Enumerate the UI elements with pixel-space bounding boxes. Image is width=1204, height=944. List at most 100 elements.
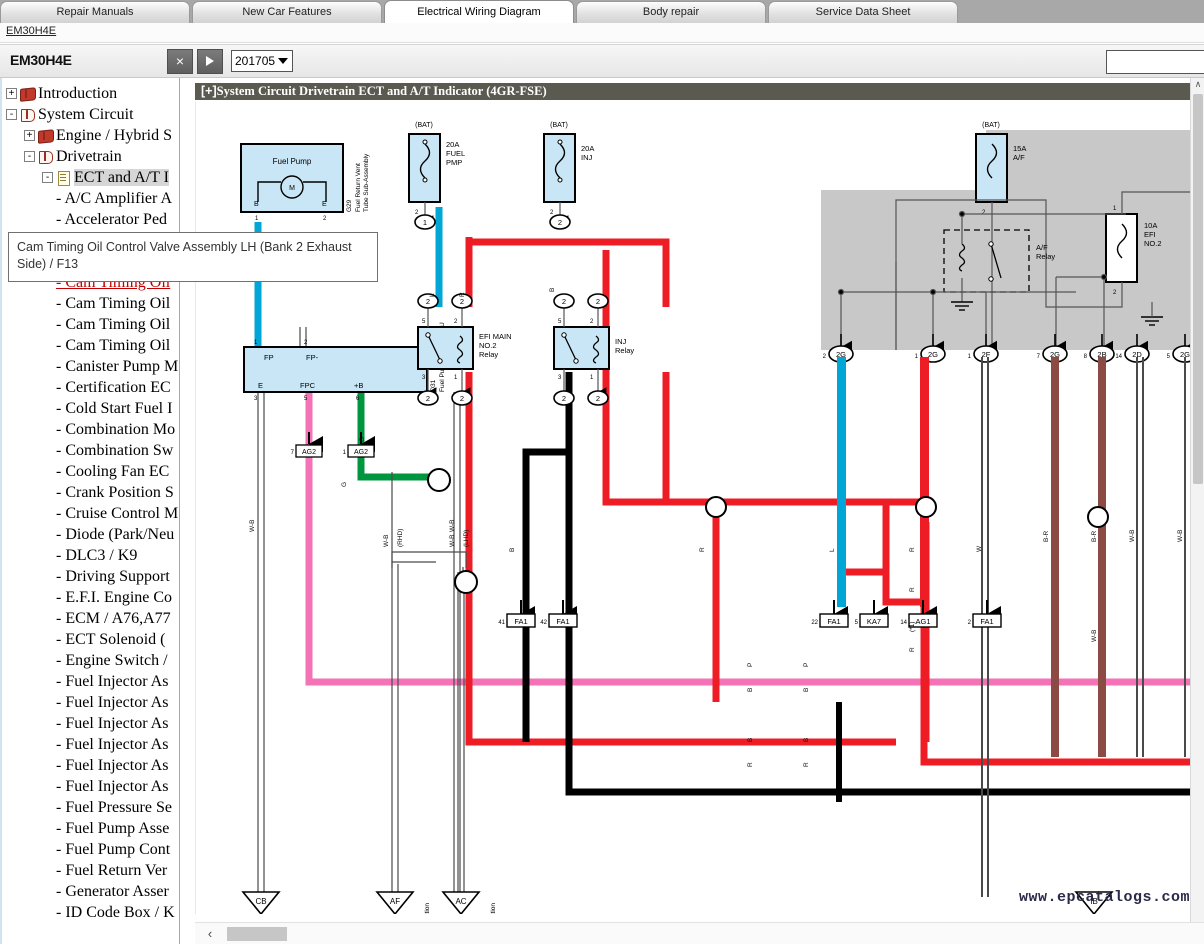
tree-expander[interactable]: + — [6, 88, 17, 99]
tree-item[interactable]: - Fuel Injector As — [2, 691, 179, 712]
svg-text:EFI MAIN: EFI MAIN — [479, 332, 512, 341]
tree-item[interactable]: - ID Code Box / K — [2, 901, 179, 922]
tree-item-label: - Combination Sw — [56, 442, 173, 459]
tree-item-label: Engine / Hybrid S — [56, 127, 172, 144]
wire-color-label: (RHD) — [397, 529, 404, 547]
tree-item[interactable]: - Fuel Injector As — [2, 670, 179, 691]
wire-color-label: R — [909, 647, 916, 652]
connector-pin-number: 7 — [1037, 354, 1041, 360]
tree-item[interactable]: -Drivetrain — [2, 145, 179, 166]
tree-item[interactable]: - E.F.I. Engine Co — [2, 586, 179, 607]
year-select[interactable]: 201705 — [231, 50, 293, 72]
tree-item[interactable]: - Crank Position S — [2, 481, 179, 502]
tree-item[interactable]: - Cam Timing Oil — [2, 334, 179, 355]
gray-drop-wires — [837, 357, 1192, 897]
tree-item[interactable]: - Fuel Return Ver — [2, 859, 179, 880]
wire-color-label: W-B — [1091, 629, 1098, 642]
tree-item-tooltip: Cam Timing Oil Control Valve Assembly LH… — [8, 232, 378, 282]
tree-expander[interactable]: - — [6, 109, 17, 120]
tab-new-car-features[interactable]: New Car Features — [192, 1, 382, 23]
tree-item[interactable]: - Cruise Control M — [2, 502, 179, 523]
tree-expander[interactable]: + — [24, 130, 35, 141]
breadcrumb-link[interactable]: EM30H4E — [6, 25, 56, 37]
scroll-left-icon[interactable]: ‹ — [203, 926, 217, 942]
hscroll-thumb[interactable] — [227, 927, 287, 941]
folder-icon — [20, 107, 35, 122]
tree-item-label: - Driving Support — [56, 568, 170, 585]
search-input[interactable] — [1106, 50, 1204, 74]
wire-color-label: R — [699, 547, 706, 552]
tree-item[interactable]: - Fuel Injector As — [2, 775, 179, 796]
tab-repair-manuals[interactable]: Repair Manuals — [0, 1, 190, 23]
tree-item[interactable]: - ECT Solenoid ( — [2, 628, 179, 649]
navigation-tree[interactable]: + Introduction-System Circuit + Engine / Hy… — [0, 78, 180, 944]
tree-item-label: Introduction — [38, 85, 117, 102]
connector-pin-number: 1 — [915, 354, 919, 360]
connector-code: KA7 — [867, 617, 881, 626]
wire-color-label: W-B — [449, 534, 456, 547]
svg-text:FPC: FPC — [300, 381, 316, 390]
doc-icon — [56, 170, 71, 185]
tree-item[interactable]: - Engine Switch / — [2, 649, 179, 670]
content-horizontal-scrollbar[interactable]: ‹ — [195, 922, 1204, 944]
tree-item[interactable]: - Fuel Injector As — [2, 733, 179, 754]
scroll-up-icon[interactable]: ∧ — [1191, 78, 1204, 92]
tree-item[interactable]: - DLC3 / K9 — [2, 544, 179, 565]
expand-toggle[interactable]: [+] — [201, 84, 217, 98]
tree-item-label: - Fuel Pressure Se — [56, 799, 172, 816]
wire-color-label: W-B — [249, 519, 256, 532]
fuse-inj: (BAT) 20A INJ 2 — [544, 122, 594, 220]
tree-item[interactable]: - Cooling Fan EC — [2, 460, 179, 481]
tree-item-label: - Engine Switch / — [56, 652, 168, 669]
svg-text:2: 2 — [590, 319, 594, 325]
tree-item-label: - Fuel Injector As — [56, 715, 168, 732]
tree-item[interactable]: + Introduction — [2, 82, 179, 103]
tab-electrical-wiring-diagram[interactable]: Electrical Wiring Diagram — [384, 0, 574, 23]
svg-text:+B: +B — [354, 381, 363, 390]
svg-text:2: 2 — [550, 210, 554, 216]
wire-color-label: R — [747, 762, 754, 767]
tree-expander[interactable]: - — [42, 172, 53, 183]
tab-body-repair[interactable]: Body repair — [576, 1, 766, 23]
tree-item[interactable]: - Combination Mo — [2, 418, 179, 439]
next-button[interactable] — [197, 49, 223, 74]
tree-item[interactable]: - Certification EC — [2, 376, 179, 397]
tree-item-label: - ECM / A76,A77 — [56, 610, 171, 627]
tree-item[interactable]: - Canister Pump M — [2, 355, 179, 376]
tree-item[interactable]: + Engine / Hybrid S — [2, 124, 179, 145]
tree-expander[interactable]: - — [24, 151, 35, 162]
tree-item[interactable]: - ECM / A76,A77 — [2, 607, 179, 628]
tree-item[interactable]: - Combination Sw — [2, 439, 179, 460]
tree-item[interactable]: - Cam Timing Oil — [2, 292, 179, 313]
tree-vertical-scrollbar[interactable]: ∧ ∨ — [1190, 78, 1204, 944]
tree-item[interactable]: -ECT and A/T I — [2, 166, 179, 187]
tree-item[interactable]: - Generator Asser — [2, 880, 179, 901]
svg-text:Tube Sub-Assembly: Tube Sub-Assembly — [363, 153, 370, 212]
tree-item[interactable]: - Fuel Injector As — [2, 754, 179, 775]
tree-item[interactable]: - Fuel Pump Asse — [2, 817, 179, 838]
chevron-down-icon — [278, 58, 288, 64]
connector-code: 2G — [928, 350, 938, 359]
wire-color-label: B — [549, 288, 556, 292]
tree-item[interactable]: - Fuel Pump Cont — [2, 838, 179, 859]
tree-item[interactable]: - Diode (Park/Neu — [2, 523, 179, 544]
scroll-thumb[interactable] — [1193, 94, 1203, 484]
svg-text:(BAT): (BAT) — [982, 122, 1000, 129]
tree-item[interactable]: - Accelerator Ped — [2, 208, 179, 229]
ground-label: AC — [455, 897, 466, 906]
tab-service-data-sheet[interactable]: Service Data Sheet — [768, 1, 958, 23]
connector-pin-number: 1 — [343, 450, 347, 456]
tree-item[interactable]: - Cold Start Fuel I — [2, 397, 179, 418]
tree-item[interactable]: -System Circuit — [2, 103, 179, 124]
diagram-canvas[interactable]: Fuel Pump M B E 1 2 G29 Fuel Return Vent… — [195, 102, 1204, 914]
connector-code: FA1 — [556, 617, 569, 626]
tree-item[interactable]: - Cam Timing Oil — [2, 313, 179, 334]
tree-item[interactable]: - Fuel Injector As — [2, 712, 179, 733]
tree-item[interactable]: - Driving Support — [2, 565, 179, 586]
tree-item-label: - Fuel Pump Asse — [56, 820, 169, 837]
tree-item[interactable]: - Fuel Pressure Se — [2, 796, 179, 817]
close-button[interactable]: × — [167, 49, 193, 74]
junction-nodes — [428, 469, 1108, 593]
tree-item-label: - Fuel Injector As — [56, 673, 168, 690]
tree-item[interactable]: - A/C Amplifier A — [2, 187, 179, 208]
